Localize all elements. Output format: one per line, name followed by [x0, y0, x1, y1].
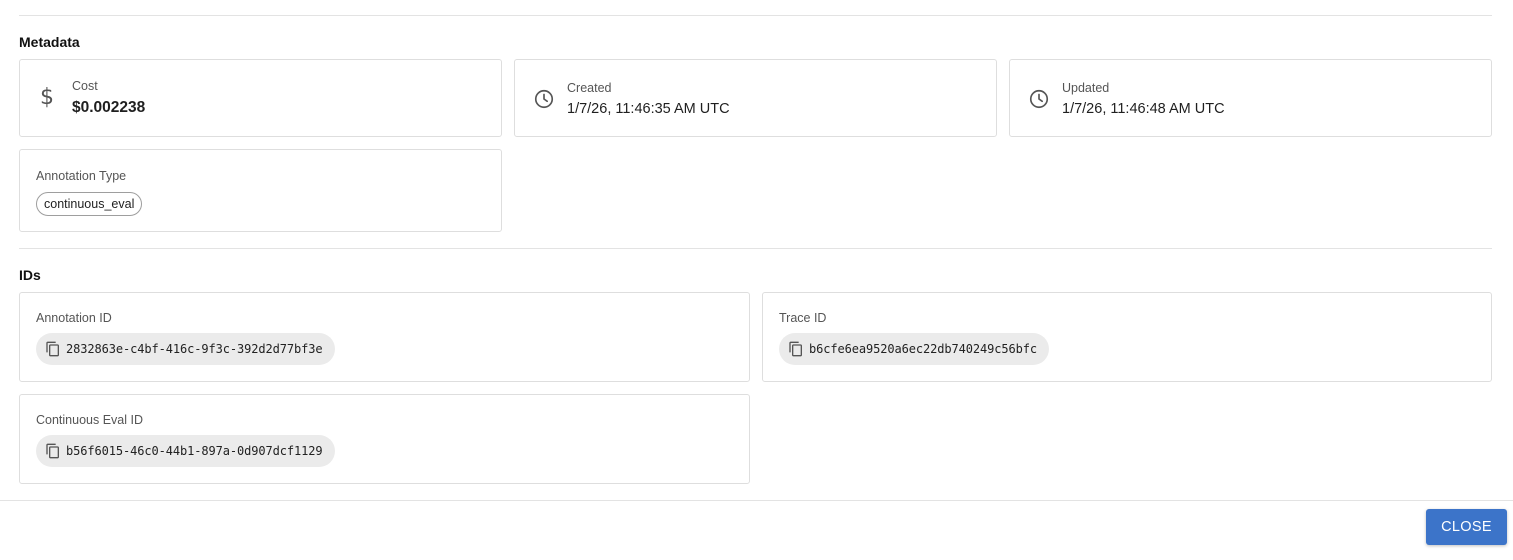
trace-id-value: b6cfe6ea9520a6ec22db740249c56bfc: [809, 342, 1037, 356]
copy-icon[interactable]: [45, 341, 61, 357]
created-value: 1/7/26, 11:46:35 AM UTC: [567, 101, 730, 117]
copy-icon[interactable]: [45, 443, 61, 459]
metadata-section-title: Metadata: [19, 34, 80, 50]
continuous-eval-id-label: Continuous Eval ID: [36, 413, 144, 427]
continuous-eval-id-chip[interactable]: b56f6015-46c0-44b1-897a-0d907dcf1129: [36, 435, 335, 467]
trace-id-label: Trace ID: [779, 311, 827, 325]
annotation-id-label: Annotation ID: [36, 311, 112, 325]
created-label: Created: [567, 81, 612, 95]
annotation-type-label: Annotation Type: [36, 169, 127, 183]
annotation-id-card: Annotation ID 2832863e-c4bf-416c-9f3c-39…: [19, 292, 750, 382]
annotation-type-card: Annotation Type continuous_eval: [19, 149, 502, 232]
top-divider: [19, 15, 1492, 16]
cost-card: $ Cost $0.002238: [19, 59, 502, 137]
cost-label: Cost: [72, 79, 98, 93]
created-card: Created 1/7/26, 11:46:35 AM UTC: [514, 59, 997, 137]
dollar-icon: $: [40, 85, 54, 110]
footer-divider: [0, 500, 1513, 501]
trace-id-card: Trace ID b6cfe6ea9520a6ec22db740249c56bf…: [762, 292, 1492, 382]
updated-card: Updated 1/7/26, 11:46:48 AM UTC: [1009, 59, 1492, 137]
annotation-id-value: 2832863e-c4bf-416c-9f3c-392d2d77bf3e: [66, 342, 323, 356]
continuous-eval-id-card: Continuous Eval ID b56f6015-46c0-44b1-89…: [19, 394, 750, 484]
copy-icon[interactable]: [788, 341, 804, 357]
section-divider: [19, 248, 1492, 249]
close-button[interactable]: CLOSE: [1426, 509, 1507, 545]
clock-icon: [534, 89, 554, 109]
updated-label: Updated: [1062, 81, 1110, 95]
clock-icon: [1029, 89, 1049, 109]
annotation-type-chip: continuous_eval: [36, 192, 143, 216]
cost-value: $0.002238: [72, 99, 146, 116]
updated-value: 1/7/26, 11:46:48 AM UTC: [1062, 101, 1225, 117]
ids-section-title: IDs: [19, 267, 41, 283]
annotation-id-chip[interactable]: 2832863e-c4bf-416c-9f3c-392d2d77bf3e: [36, 333, 335, 365]
continuous-eval-id-value: b56f6015-46c0-44b1-897a-0d907dcf1129: [66, 444, 323, 458]
trace-id-chip[interactable]: b6cfe6ea9520a6ec22db740249c56bfc: [779, 333, 1049, 365]
